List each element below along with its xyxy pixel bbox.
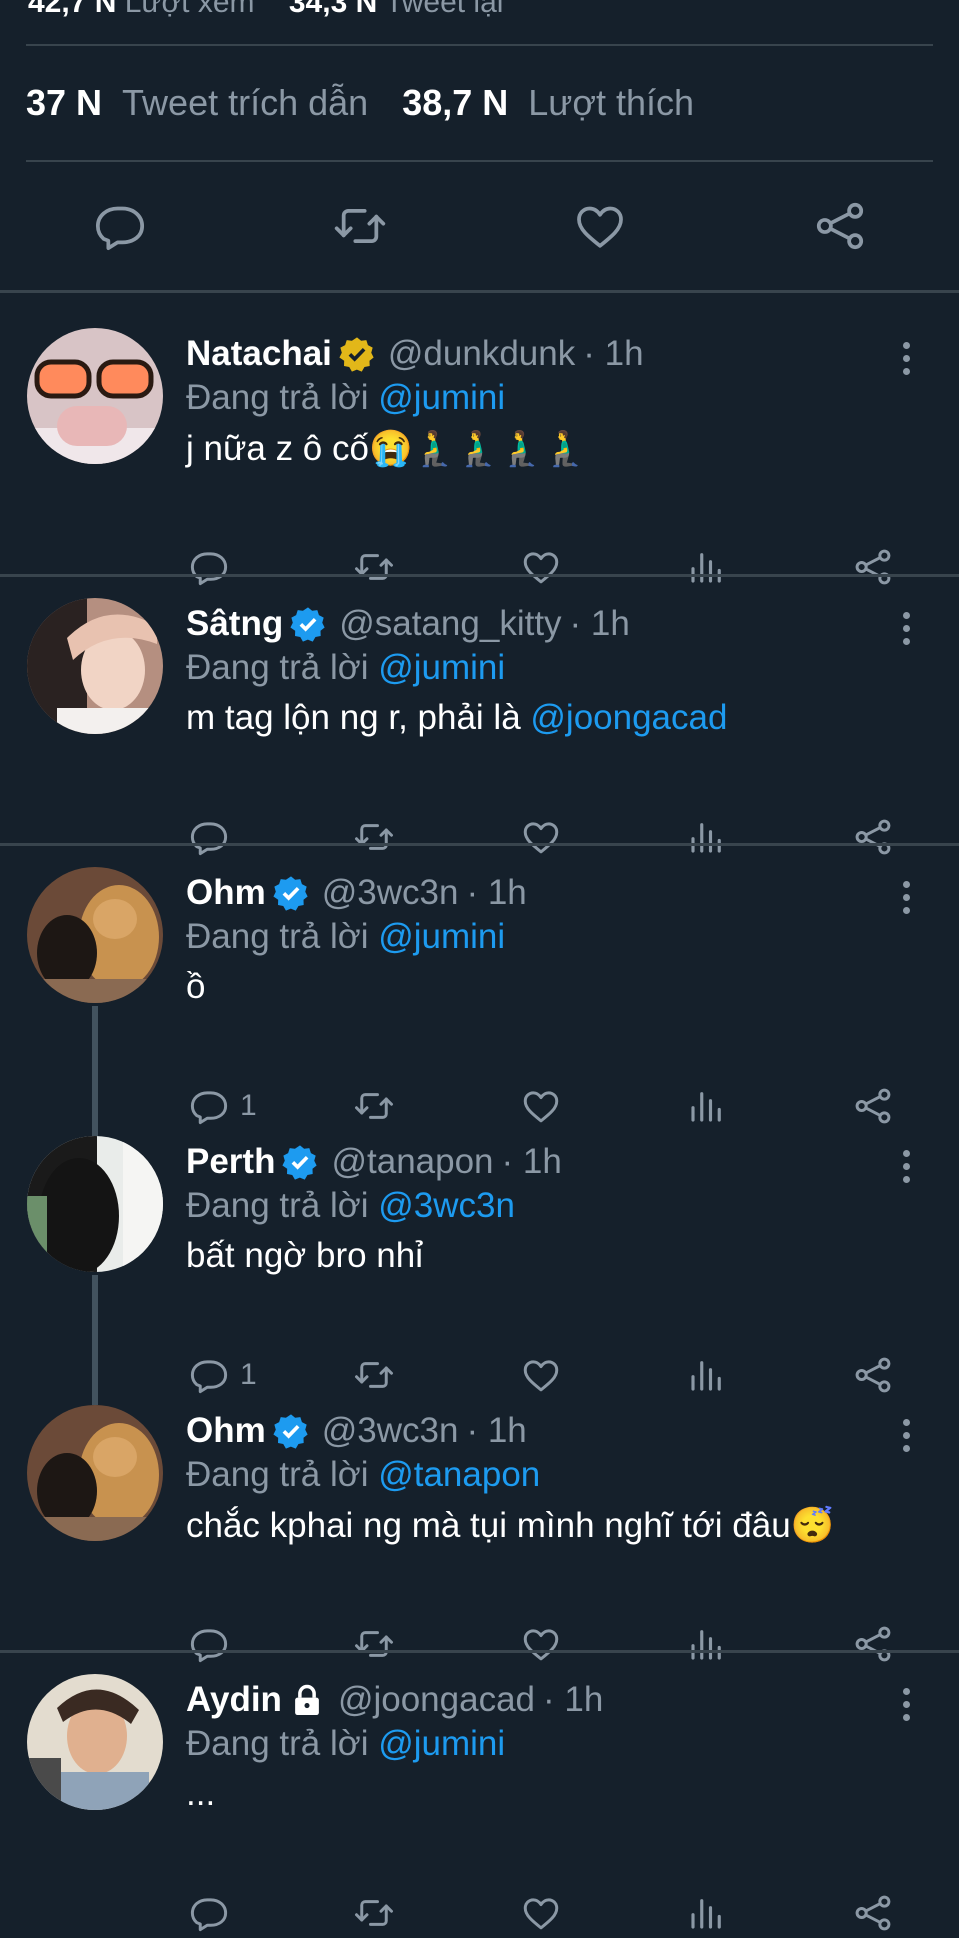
- more-options-icon[interactable]: [903, 881, 911, 920]
- analytics-icon[interactable]: [686, 1888, 728, 1938]
- more-options-icon[interactable]: [903, 612, 911, 651]
- avatar[interactable]: [27, 598, 163, 734]
- retweet-icon[interactable]: [330, 190, 390, 262]
- replying-to: Đang trả lời @3wc3n: [186, 1186, 515, 1225]
- display-name[interactable]: Natachai: [186, 334, 332, 374]
- handle[interactable]: @joongacad: [338, 1680, 535, 1720]
- mention-link[interactable]: @jumini: [378, 378, 505, 417]
- timestamp: · 1h: [543, 1680, 604, 1719]
- avatar[interactable]: [27, 328, 163, 464]
- tweet-text: chắc kphai ng mà tụi mình nghĩ tới đâu😴: [186, 1506, 835, 1545]
- tweet-text: bất ngờ bro nhỉ: [186, 1236, 424, 1275]
- handle[interactable]: @3wc3n: [322, 1411, 459, 1451]
- mention-link[interactable]: @tanapon: [378, 1455, 540, 1494]
- replying-to: Đang trả lời @jumini: [186, 917, 506, 956]
- like-label[interactable]: Lượt thích: [528, 82, 694, 123]
- handle[interactable]: @3wc3n: [322, 873, 459, 913]
- replying-to: Đang trả lời @jumini: [186, 648, 506, 687]
- reply-tweet[interactable]: Sâtng @satang_kitty · 1h Đang trả lời @j…: [0, 576, 959, 856]
- mention-link[interactable]: @jumini: [378, 917, 505, 956]
- avatar[interactable]: [27, 1136, 163, 1272]
- mention-link[interactable]: @3wc3n: [378, 1186, 515, 1225]
- avatar[interactable]: [27, 1405, 163, 1541]
- top-stats-partial: 42,7 N Lượt xem 34,3 N Tweet lại: [28, 0, 504, 19]
- mention-link[interactable]: @jumini: [378, 1724, 505, 1763]
- more-options-icon[interactable]: [903, 1419, 911, 1458]
- display-name[interactable]: Sâtng: [186, 604, 283, 644]
- replying-to: Đang trả lời @tanapon: [186, 1455, 541, 1494]
- reply-tweet[interactable]: Perth @tanapon · 1h Đang trả lời @3wc3n …: [0, 1114, 959, 1394]
- handle[interactable]: @satang_kitty: [339, 604, 561, 644]
- reply-icon[interactable]: [90, 190, 150, 262]
- tweet-header: Perth @tanapon · 1h: [186, 1142, 562, 1182]
- reply-tweet[interactable]: Natachai @dunkdunk · 1h Đang trả lời @ju…: [0, 306, 959, 586]
- tweet-header: Ohm @3wc3n · 1h: [186, 873, 527, 913]
- more-options-icon[interactable]: [903, 1150, 911, 1189]
- display-name[interactable]: Ohm: [186, 1411, 266, 1451]
- handle[interactable]: @dunkdunk: [388, 334, 575, 374]
- verified-icon: [290, 607, 325, 642]
- verified-icon: [282, 1145, 318, 1180]
- reply-tweet[interactable]: Aydin @joongacad · 1h Đang trả lời @jumi…: [0, 1652, 959, 1932]
- share-icon[interactable]: [852, 1888, 894, 1938]
- share-icon[interactable]: [810, 190, 870, 262]
- main-tweet-actions: [0, 190, 959, 262]
- like-icon[interactable]: [520, 1888, 562, 1938]
- mention-link[interactable]: @jumini: [378, 648, 505, 687]
- reply-tweet[interactable]: Ohm @3wc3n · 1h Đang trả lời @jumini ồ 1: [0, 845, 959, 1125]
- like-count[interactable]: 38,7 N: [402, 82, 508, 123]
- tweet-header: Natachai @dunkdunk · 1h: [186, 334, 644, 374]
- timestamp: · 1h: [569, 604, 630, 643]
- quote-label[interactable]: Tweet trích dẫn: [122, 82, 368, 123]
- avatar[interactable]: [27, 1674, 163, 1810]
- handle[interactable]: @tanapon: [331, 1142, 493, 1182]
- reply-icon[interactable]: [188, 1888, 240, 1938]
- display-name[interactable]: Perth: [186, 1142, 275, 1182]
- avatar[interactable]: [27, 867, 163, 1003]
- verified-icon: [273, 876, 308, 911]
- tweet-header: Ohm @3wc3n · 1h: [186, 1411, 527, 1451]
- tweet-header: Sâtng @satang_kitty · 1h: [186, 604, 630, 644]
- tweet-actions: [0, 1888, 959, 1938]
- tweet-header: Aydin @joongacad · 1h: [186, 1680, 603, 1720]
- divider: [26, 160, 933, 162]
- quote-count[interactable]: 37 N: [26, 82, 102, 123]
- retweet-icon[interactable]: [353, 1888, 395, 1938]
- divider: [0, 290, 959, 293]
- display-name[interactable]: Aydin: [186, 1680, 282, 1720]
- display-name[interactable]: Ohm: [186, 873, 266, 913]
- replying-to: Đang trả lời @jumini: [186, 378, 506, 417]
- tweet-text: ồ: [186, 967, 206, 1006]
- like-icon[interactable]: [570, 190, 630, 262]
- more-options-icon[interactable]: [903, 1688, 911, 1727]
- tweet-text: j nữa z ô cố😭🧎‍♂️🧎‍♂️🧎‍♂️🧎‍♂️: [186, 429, 587, 468]
- timestamp: · 1h: [466, 873, 527, 912]
- lock-icon: [295, 1684, 319, 1716]
- replying-to: Đang trả lời @jumini: [186, 1724, 506, 1763]
- tweet-stats: 37 N Tweet trích dẫn 38,7 N Lượt thích: [26, 82, 728, 124]
- verified-gold-icon: [339, 337, 374, 372]
- timestamp: · 1h: [583, 334, 644, 373]
- timestamp: · 1h: [466, 1411, 527, 1450]
- timestamp: · 1h: [501, 1142, 562, 1181]
- verified-icon: [273, 1414, 308, 1449]
- divider: [26, 44, 933, 46]
- reply-tweet[interactable]: Ohm @3wc3n · 1h Đang trả lời @tanapon ch…: [0, 1383, 959, 1663]
- more-options-icon[interactable]: [903, 342, 911, 381]
- tweet-text: ...: [186, 1774, 216, 1813]
- mention-link[interactable]: @joongacad: [530, 698, 727, 737]
- tweet-text: m tag lộn ng r, phải là @joongacad: [186, 698, 728, 737]
